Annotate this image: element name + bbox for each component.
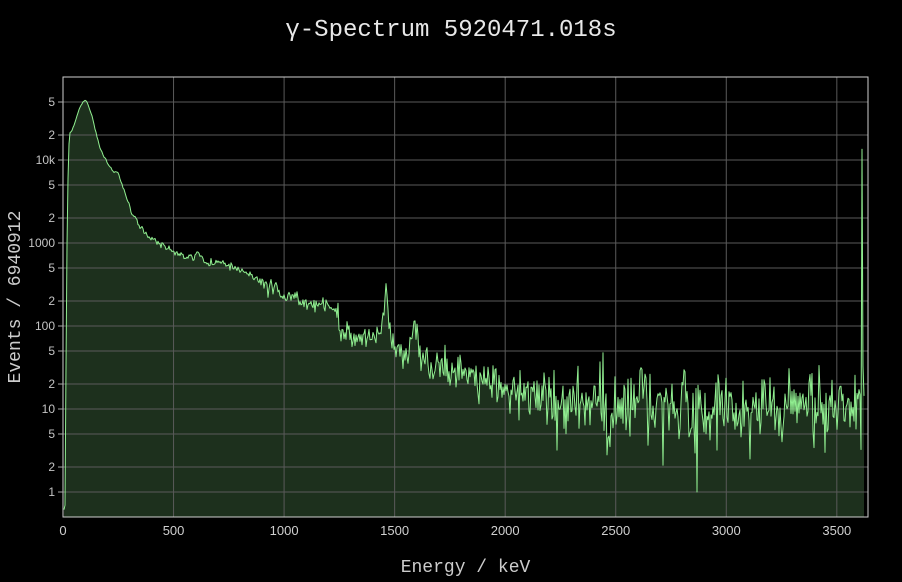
- y-tick-label: 5: [48, 344, 55, 358]
- x-tick-label: 500: [163, 523, 185, 538]
- y-tick-label: 100: [35, 319, 55, 333]
- x-tick-label: 2500: [601, 523, 630, 538]
- y-tick-label: 2: [48, 377, 55, 391]
- y-tick-label: 5: [48, 427, 55, 441]
- y-tick-label: 10: [42, 402, 56, 416]
- y-tick-label: 5: [48, 261, 55, 275]
- y-tick-label: 10k: [36, 153, 56, 167]
- y-tick-label: 2: [48, 128, 55, 142]
- x-tick-label: 1500: [380, 523, 409, 538]
- y-tick-label: 1000: [28, 236, 55, 250]
- spectrum-plot-area[interactable]: 1 2 5 10 2 5 100 2 5 1000 2 5 10k 2 5 0 500 1000 1500 2000 2…: [0, 0, 902, 582]
- y-axis-label: Events / 6940912: [6, 77, 26, 517]
- y-tick-label: 5: [48, 178, 55, 192]
- x-axis-label: Energy / keV: [63, 558, 868, 578]
- x-tick-label: 3000: [712, 523, 741, 538]
- x-tick-label: 1000: [270, 523, 299, 538]
- x-tick-label: 3500: [822, 523, 851, 538]
- y-tick-label: 2: [48, 211, 55, 225]
- x-tick-label: 0: [59, 523, 66, 538]
- gamma-spectrum-figure: γ-Spectrum 5920471.018s 1251025100251000…: [0, 0, 902, 582]
- y-tick-label: 2: [48, 294, 55, 308]
- y-tick-label: 2: [48, 460, 55, 474]
- y-tick-label: 1: [48, 485, 55, 499]
- y-tick-label: 5: [48, 95, 55, 109]
- x-tick-label: 2000: [491, 523, 520, 538]
